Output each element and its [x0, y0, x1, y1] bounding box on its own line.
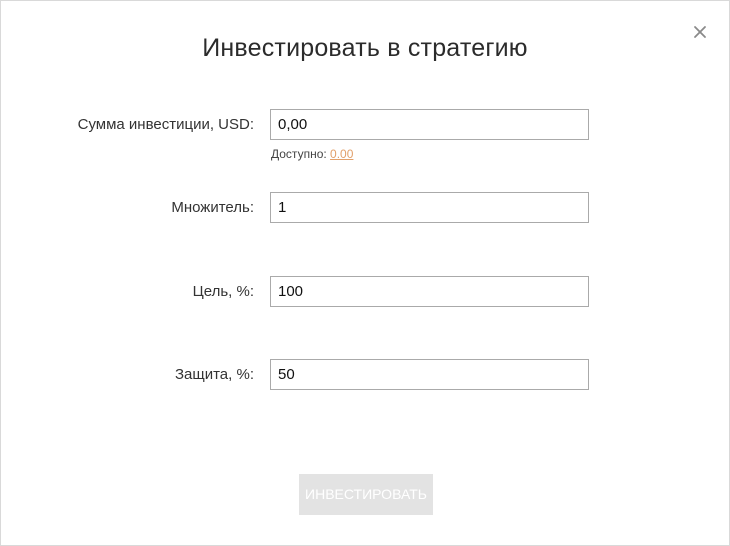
amount-row: Сумма инвестиции, USD:: [1, 109, 729, 140]
invest-dialog: Инвестировать в стратегию Сумма инвестиц…: [0, 0, 730, 546]
available-amount-link[interactable]: 0.00: [330, 147, 353, 161]
target-label: Цель, %:: [192, 283, 254, 300]
amount-input[interactable]: [270, 109, 589, 140]
close-icon: [694, 26, 706, 38]
amount-label: Сумма инвестиции, USD:: [77, 116, 254, 133]
multiplier-label: Множитель:: [171, 199, 254, 216]
close-button[interactable]: [692, 24, 708, 40]
multiplier-row: Множитель:: [1, 192, 729, 223]
protection-row: Защита, %:: [1, 359, 729, 390]
target-row: Цель, %:: [1, 276, 729, 307]
invest-button[interactable]: ИНВЕСТИРОВАТЬ: [299, 474, 433, 515]
multiplier-input[interactable]: [270, 192, 589, 223]
protection-label: Защита, %:: [174, 366, 254, 383]
dialog-title: Инвестировать в стратегию: [202, 34, 528, 62]
available-balance: Доступно: 0.00: [271, 147, 353, 161]
protection-input[interactable]: [270, 359, 589, 390]
target-input[interactable]: [270, 276, 589, 307]
available-label: Доступно:: [271, 147, 327, 161]
